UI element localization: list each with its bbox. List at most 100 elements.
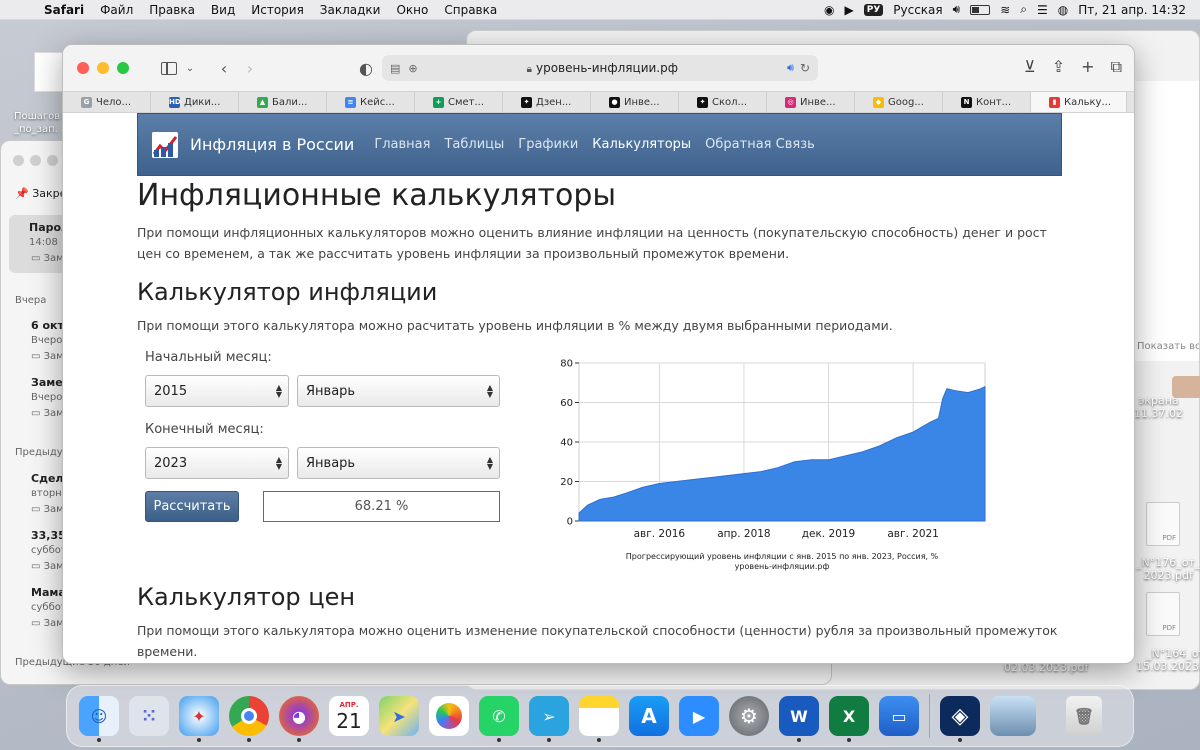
note-title[interactable]: 33,35 [31, 529, 66, 542]
start-month-select[interactable]: Январь ▲ ▼ [297, 375, 500, 407]
browser-tab[interactable]: ≡ Кейс... [327, 92, 415, 112]
minimize-window-button[interactable] [97, 62, 109, 74]
site-brand[interactable]: Инфляция в России [190, 135, 354, 154]
tab-favicon-icon: ▲ [257, 96, 268, 108]
nav-calculators[interactable]: Калькуляторы [592, 137, 691, 152]
browser-tab[interactable]: ◎ Инве... [767, 92, 855, 112]
start-year-select[interactable]: 2015 ▲ ▼ [145, 375, 289, 407]
chevron-down-icon[interactable]: ⌄ [177, 63, 203, 74]
share-icon[interactable]: ⇪ [1052, 57, 1065, 77]
desktop-document-thumbnail[interactable] [34, 52, 64, 92]
note-title[interactable]: Мама [31, 586, 66, 599]
menu-history[interactable]: История [243, 3, 312, 17]
end-year-select[interactable]: 2023 ▲ ▼ [145, 447, 289, 479]
safari-icon[interactable]: ✦ [179, 696, 219, 742]
desktop-pdf-label[interactable]: _N°176_от_ 2023.pdf [1136, 556, 1200, 582]
url-text[interactable]: 🔒︎ уровень-инфляции.рф [418, 61, 787, 75]
launchpad-icon[interactable]: ⁙ [129, 696, 169, 736]
menu-file[interactable]: Файл [92, 3, 141, 17]
desktop-pdf-label[interactable]: _N°164_от_ 15.03.2023.pdf [1136, 647, 1200, 673]
browser-tab[interactable]: ● Инве... [591, 92, 679, 112]
sidebar-toggle-icon[interactable] [161, 61, 177, 75]
volume-icon[interactable]: 🔊︎ [953, 2, 961, 17]
word-icon[interactable]: W [779, 696, 819, 742]
tab-overview-icon[interactable]: ⧉ [1111, 57, 1122, 77]
toolbar-right-actions: ⊻ ⇪ + ⧉ [1024, 57, 1122, 77]
menu-view[interactable]: Вид [203, 3, 243, 17]
site-logo-icon[interactable] [152, 131, 178, 158]
privacy-shield-icon[interactable]: ◐ [353, 59, 379, 78]
menu-window[interactable]: Окно [388, 3, 436, 17]
back-arrow-icon[interactable]: ‹ [211, 59, 237, 78]
menu-bookmarks[interactable]: Закладки [312, 3, 389, 17]
zoom-icon[interactable]: ▶ [679, 696, 719, 736]
control-center-icon[interactable]: ☰ [1037, 3, 1048, 17]
browser-tab[interactable]: HD Дики... [151, 92, 239, 112]
wifi-icon[interactable]: ≋ [1000, 3, 1010, 17]
browser-tab[interactable]: G Чело... [63, 92, 151, 112]
app-store-icon[interactable]: A [629, 696, 669, 736]
forward-arrow-icon[interactable]: › [237, 59, 263, 78]
reload-icon[interactable]: ↻ [800, 61, 810, 75]
result-field[interactable]: 68.21 % [263, 491, 500, 522]
spotlight-search-icon[interactable]: ⌕ [1020, 2, 1027, 17]
nav-graphs[interactable]: Графики [518, 137, 578, 152]
firefox-icon[interactable]: ◕ [279, 696, 319, 742]
desktop-screenshot-line1: экрана [1138, 394, 1179, 407]
close-window-button[interactable] [77, 62, 89, 74]
tab-favicon-icon: ◆ [873, 96, 884, 108]
browser-tab[interactable]: ✦ Дзен... [503, 92, 591, 112]
new-tab-icon[interactable]: + [1081, 57, 1094, 77]
browser-tab[interactable]: ✦ Скол... [679, 92, 767, 112]
desktop-file-label[interactable]: Пошагов _по_зап. [14, 110, 60, 136]
siri-icon[interactable]: ◍ [1058, 3, 1068, 17]
browser-tab[interactable]: ◆ Goog... [855, 92, 943, 112]
keynote-icon[interactable]: ▭ [879, 696, 919, 736]
end-month-select[interactable]: Январь ▲ ▼ [297, 447, 500, 479]
downloads-icon[interactable]: ⊻ [1024, 57, 1036, 77]
telegram-icon[interactable]: ➢ [529, 696, 569, 742]
trash-icon[interactable]: 🗑︎ [1066, 696, 1102, 736]
recent-document-icon[interactable] [990, 696, 1036, 736]
show-all-link[interactable]: Показать все [1137, 341, 1199, 352]
recent-app-icon[interactable]: ◈ [940, 696, 980, 742]
nav-tables[interactable]: Таблицы [444, 137, 504, 152]
system-settings-icon[interactable]: ⚙ [729, 696, 769, 736]
browser-tab[interactable]: ▲ Бали... [239, 92, 327, 112]
media-play-icon[interactable]: ▶ [844, 3, 853, 17]
browser-tab[interactable]: + Смет... [415, 92, 503, 112]
desktop-screenshot-label[interactable]: экрана 11.37.02 [1134, 394, 1183, 420]
zoom-window-button[interactable] [117, 62, 129, 74]
pdf-file-icon[interactable]: PDF [1146, 592, 1180, 636]
reader-icon[interactable]: ▤ [390, 62, 400, 75]
notes-icon[interactable] [579, 696, 619, 742]
safari-window: ⌄ ‹ › ◐ ▤ ⊕ 🔒︎ уровень-инфляции.рф 🔊︎ ↻ ⊻… [62, 44, 1135, 664]
menu-help[interactable]: Справка [436, 3, 505, 17]
finder-icon[interactable]: ☺ [79, 696, 119, 742]
menu-app-name[interactable]: Safari [36, 3, 92, 17]
address-bar[interactable]: ▤ ⊕ 🔒︎ уровень-инфляции.рф 🔊︎ ↻ [382, 55, 818, 81]
tab-favicon-icon: G [81, 96, 92, 108]
whatsapp-icon[interactable]: ✆ [479, 696, 519, 742]
calculate-button[interactable]: Рассчитать [145, 491, 239, 522]
nav-feedback[interactable]: Обратная Связь [705, 137, 815, 152]
menu-edit[interactable]: Правка [141, 3, 203, 17]
browser-tab[interactable]: ▮ Кальку... [1031, 92, 1127, 112]
translate-icon[interactable]: ⊕ [408, 62, 417, 75]
excel-icon[interactable]: X [829, 696, 869, 742]
maps-icon[interactable]: ➤ [379, 696, 419, 736]
chrome-icon[interactable] [229, 696, 269, 742]
battery-icon[interactable] [970, 4, 991, 15]
nav-home[interactable]: Главная [374, 137, 430, 152]
menubar-clock[interactable]: Пт, 21 апр. 14:32 [1078, 3, 1186, 17]
audio-playing-icon[interactable]: 🔊︎ [787, 61, 794, 75]
input-source-badge[interactable]: РУ [863, 3, 884, 16]
calendar-icon[interactable]: АПР. 21 [329, 696, 369, 736]
pdf-file-icon[interactable]: PDF [1146, 502, 1180, 546]
intro-text: При помощи инфляционных калькуляторов мо… [137, 225, 1047, 261]
user-switch-icon[interactable]: ◉ [824, 3, 834, 17]
photos-icon[interactable] [429, 696, 469, 736]
input-source-label[interactable]: Русская [893, 3, 942, 17]
note-folder: ▭ Зам [31, 504, 64, 515]
browser-tab[interactable]: N Конт... [943, 92, 1031, 112]
